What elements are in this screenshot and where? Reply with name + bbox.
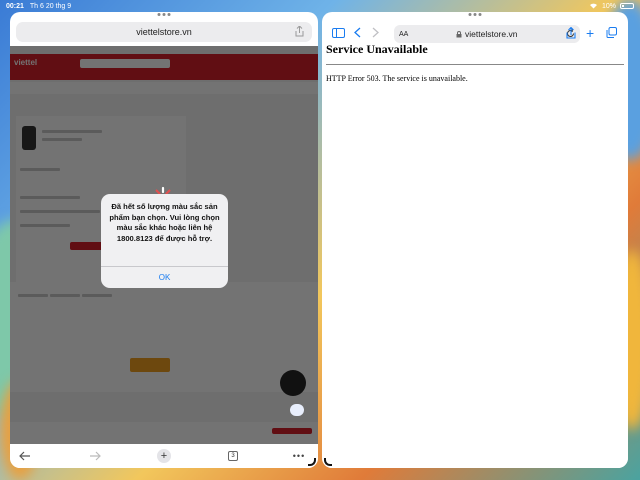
webpage: Service Unavailable HTTP Error 503. The … (322, 42, 628, 468)
chat-bubble-icon[interactable] (280, 370, 306, 396)
status-time: 00:21 (6, 2, 24, 10)
alert-ok-button[interactable]: OK (101, 266, 228, 288)
tabs-button[interactable]: 3 (226, 450, 240, 462)
new-tab-plus-icon[interactable]: + (157, 449, 171, 463)
window-grabber[interactable] (157, 13, 171, 16)
battery-icon (620, 3, 634, 9)
status-date: Th 6 20 thg 9 (29, 2, 72, 10)
alert-message: Đã hết số lượng màu sắc sản phẩm bạn chọ… (109, 202, 220, 243)
share-icon[interactable] (566, 26, 576, 39)
divider (326, 64, 624, 65)
back-chevron-icon[interactable] (354, 26, 361, 39)
reader-aa-button[interactable]: AA (399, 31, 408, 38)
new-tab-plus-icon[interactable]: + (586, 25, 594, 41)
address-text: viettelstore.vn (465, 29, 518, 39)
window-grabber[interactable] (468, 13, 482, 16)
sidebar-icon[interactable] (332, 26, 345, 39)
help-bubble-icon[interactable] (290, 404, 304, 416)
page-title: Service Unavailable (326, 42, 428, 56)
battery-percent: 10% (601, 2, 616, 10)
forward-chevron-icon[interactable] (372, 26, 379, 39)
error-message: HTTP Error 503. The service is unavailab… (326, 74, 468, 83)
right-safari-window: AA viettelstore.vn + Service Unavailable… (322, 12, 628, 468)
back-arrow-icon[interactable] (18, 450, 32, 462)
tabs-overview-icon[interactable] (606, 26, 617, 39)
alert-dialog: Đã hết số lượng màu sắc sản phẩm bạn chọ… (101, 194, 228, 288)
tab-count: 3 (228, 451, 238, 461)
left-safari-window: viettelstore.vn viettel (10, 12, 318, 468)
address-url: viettelstore.vn (456, 29, 517, 39)
bottom-toolbar: + 3 ••• (10, 444, 318, 468)
forward-arrow-icon[interactable] (88, 450, 102, 462)
status-bar: 00:21 Th 6 20 thg 9 10% (0, 0, 640, 12)
wifi-icon (589, 2, 598, 11)
address-bar[interactable]: viettelstore.vn (16, 22, 312, 42)
lock-icon (456, 30, 462, 37)
more-icon[interactable]: ••• (292, 450, 306, 462)
address-bar[interactable]: AA viettelstore.vn (394, 25, 580, 43)
share-icon[interactable] (295, 25, 304, 37)
address-text: viettelstore.vn (136, 27, 192, 37)
